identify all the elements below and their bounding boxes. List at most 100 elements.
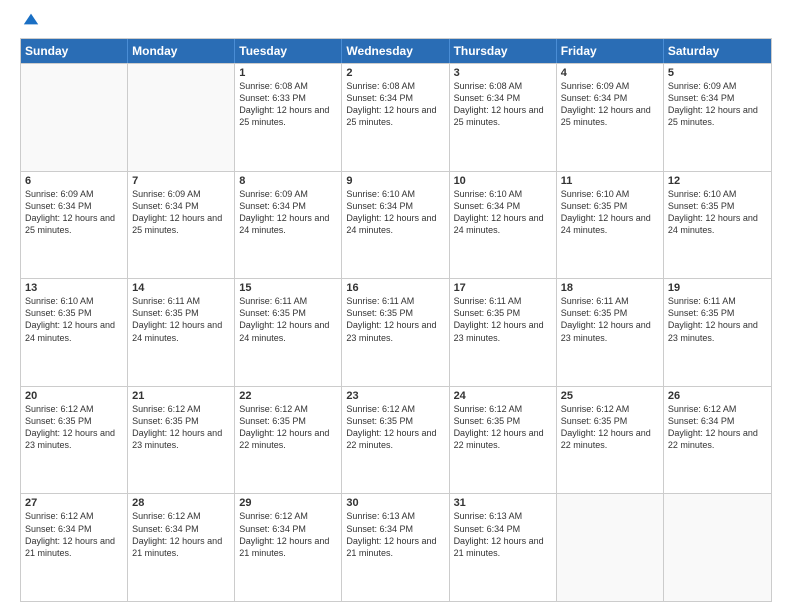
day-number: 8 [239, 175, 337, 187]
day-number: 13 [25, 282, 123, 294]
cal-cell-4-6 [664, 494, 771, 601]
day-info: Sunrise: 6:09 AM Sunset: 6:34 PM Dayligh… [25, 188, 123, 237]
cal-cell-4-1: 28Sunrise: 6:12 AM Sunset: 6:34 PM Dayli… [128, 494, 235, 601]
header-friday: Friday [557, 39, 664, 63]
cal-cell-1-6: 12Sunrise: 6:10 AM Sunset: 6:35 PM Dayli… [664, 172, 771, 279]
day-info: Sunrise: 6:12 AM Sunset: 6:35 PM Dayligh… [561, 403, 659, 452]
week-row-1: 1Sunrise: 6:08 AM Sunset: 6:33 PM Daylig… [21, 63, 771, 171]
day-number: 21 [132, 390, 230, 402]
day-info: Sunrise: 6:11 AM Sunset: 6:35 PM Dayligh… [668, 295, 767, 344]
cal-cell-1-1: 7Sunrise: 6:09 AM Sunset: 6:34 PM Daylig… [128, 172, 235, 279]
day-number: 4 [561, 67, 659, 79]
header-sunday: Sunday [21, 39, 128, 63]
week-row-4: 20Sunrise: 6:12 AM Sunset: 6:35 PM Dayli… [21, 386, 771, 494]
cal-cell-4-0: 27Sunrise: 6:12 AM Sunset: 6:34 PM Dayli… [21, 494, 128, 601]
day-number: 6 [25, 175, 123, 187]
day-info: Sunrise: 6:12 AM Sunset: 6:34 PM Dayligh… [239, 510, 337, 559]
day-info: Sunrise: 6:13 AM Sunset: 6:34 PM Dayligh… [346, 510, 444, 559]
day-number: 3 [454, 67, 552, 79]
cal-cell-0-2: 1Sunrise: 6:08 AM Sunset: 6:33 PM Daylig… [235, 64, 342, 171]
calendar-body: 1Sunrise: 6:08 AM Sunset: 6:33 PM Daylig… [21, 63, 771, 601]
day-number: 1 [239, 67, 337, 79]
logo-icon [22, 10, 40, 28]
cal-cell-4-3: 30Sunrise: 6:13 AM Sunset: 6:34 PM Dayli… [342, 494, 449, 601]
day-info: Sunrise: 6:11 AM Sunset: 6:35 PM Dayligh… [132, 295, 230, 344]
day-number: 5 [668, 67, 767, 79]
day-info: Sunrise: 6:12 AM Sunset: 6:34 PM Dayligh… [668, 403, 767, 452]
day-number: 17 [454, 282, 552, 294]
day-info: Sunrise: 6:09 AM Sunset: 6:34 PM Dayligh… [239, 188, 337, 237]
week-row-3: 13Sunrise: 6:10 AM Sunset: 6:35 PM Dayli… [21, 278, 771, 386]
day-number: 22 [239, 390, 337, 402]
day-number: 25 [561, 390, 659, 402]
day-number: 27 [25, 497, 123, 509]
header-wednesday: Wednesday [342, 39, 449, 63]
day-number: 19 [668, 282, 767, 294]
day-info: Sunrise: 6:11 AM Sunset: 6:35 PM Dayligh… [346, 295, 444, 344]
day-number: 29 [239, 497, 337, 509]
cal-cell-4-2: 29Sunrise: 6:12 AM Sunset: 6:34 PM Dayli… [235, 494, 342, 601]
day-info: Sunrise: 6:09 AM Sunset: 6:34 PM Dayligh… [132, 188, 230, 237]
header-saturday: Saturday [664, 39, 771, 63]
week-row-2: 6Sunrise: 6:09 AM Sunset: 6:34 PM Daylig… [21, 171, 771, 279]
day-info: Sunrise: 6:12 AM Sunset: 6:35 PM Dayligh… [346, 403, 444, 452]
cal-cell-2-1: 14Sunrise: 6:11 AM Sunset: 6:35 PM Dayli… [128, 279, 235, 386]
day-info: Sunrise: 6:10 AM Sunset: 6:34 PM Dayligh… [454, 188, 552, 237]
day-info: Sunrise: 6:10 AM Sunset: 6:35 PM Dayligh… [561, 188, 659, 237]
cal-cell-0-5: 4Sunrise: 6:09 AM Sunset: 6:34 PM Daylig… [557, 64, 664, 171]
cal-cell-3-4: 24Sunrise: 6:12 AM Sunset: 6:35 PM Dayli… [450, 387, 557, 494]
day-number: 24 [454, 390, 552, 402]
cal-cell-1-0: 6Sunrise: 6:09 AM Sunset: 6:34 PM Daylig… [21, 172, 128, 279]
cal-cell-0-0 [21, 64, 128, 171]
day-info: Sunrise: 6:09 AM Sunset: 6:34 PM Dayligh… [561, 80, 659, 129]
cal-cell-0-6: 5Sunrise: 6:09 AM Sunset: 6:34 PM Daylig… [664, 64, 771, 171]
calendar-header: Sunday Monday Tuesday Wednesday Thursday… [21, 39, 771, 63]
calendar: Sunday Monday Tuesday Wednesday Thursday… [20, 38, 772, 602]
day-number: 31 [454, 497, 552, 509]
day-info: Sunrise: 6:10 AM Sunset: 6:35 PM Dayligh… [668, 188, 767, 237]
cal-cell-1-5: 11Sunrise: 6:10 AM Sunset: 6:35 PM Dayli… [557, 172, 664, 279]
day-number: 16 [346, 282, 444, 294]
cal-cell-4-4: 31Sunrise: 6:13 AM Sunset: 6:34 PM Dayli… [450, 494, 557, 601]
day-number: 18 [561, 282, 659, 294]
day-info: Sunrise: 6:08 AM Sunset: 6:34 PM Dayligh… [346, 80, 444, 129]
day-number: 14 [132, 282, 230, 294]
day-number: 12 [668, 175, 767, 187]
day-info: Sunrise: 6:08 AM Sunset: 6:34 PM Dayligh… [454, 80, 552, 129]
day-number: 30 [346, 497, 444, 509]
day-number: 26 [668, 390, 767, 402]
day-info: Sunrise: 6:12 AM Sunset: 6:35 PM Dayligh… [25, 403, 123, 452]
cal-cell-2-0: 13Sunrise: 6:10 AM Sunset: 6:35 PM Dayli… [21, 279, 128, 386]
logo [20, 18, 40, 28]
day-number: 2 [346, 67, 444, 79]
day-number: 15 [239, 282, 337, 294]
cal-cell-2-5: 18Sunrise: 6:11 AM Sunset: 6:35 PM Dayli… [557, 279, 664, 386]
day-info: Sunrise: 6:08 AM Sunset: 6:33 PM Dayligh… [239, 80, 337, 129]
day-info: Sunrise: 6:12 AM Sunset: 6:35 PM Dayligh… [454, 403, 552, 452]
cal-cell-1-3: 9Sunrise: 6:10 AM Sunset: 6:34 PM Daylig… [342, 172, 449, 279]
day-info: Sunrise: 6:12 AM Sunset: 6:35 PM Dayligh… [132, 403, 230, 452]
header-monday: Monday [128, 39, 235, 63]
day-info: Sunrise: 6:12 AM Sunset: 6:35 PM Dayligh… [239, 403, 337, 452]
cal-cell-0-1 [128, 64, 235, 171]
cal-cell-0-3: 2Sunrise: 6:08 AM Sunset: 6:34 PM Daylig… [342, 64, 449, 171]
day-info: Sunrise: 6:09 AM Sunset: 6:34 PM Dayligh… [668, 80, 767, 129]
cal-cell-3-3: 23Sunrise: 6:12 AM Sunset: 6:35 PM Dayli… [342, 387, 449, 494]
cal-cell-0-4: 3Sunrise: 6:08 AM Sunset: 6:34 PM Daylig… [450, 64, 557, 171]
day-info: Sunrise: 6:11 AM Sunset: 6:35 PM Dayligh… [454, 295, 552, 344]
day-info: Sunrise: 6:11 AM Sunset: 6:35 PM Dayligh… [239, 295, 337, 344]
day-info: Sunrise: 6:10 AM Sunset: 6:35 PM Dayligh… [25, 295, 123, 344]
day-number: 10 [454, 175, 552, 187]
cal-cell-2-3: 16Sunrise: 6:11 AM Sunset: 6:35 PM Dayli… [342, 279, 449, 386]
day-info: Sunrise: 6:12 AM Sunset: 6:34 PM Dayligh… [132, 510, 230, 559]
cal-cell-2-6: 19Sunrise: 6:11 AM Sunset: 6:35 PM Dayli… [664, 279, 771, 386]
day-info: Sunrise: 6:11 AM Sunset: 6:35 PM Dayligh… [561, 295, 659, 344]
cal-cell-2-4: 17Sunrise: 6:11 AM Sunset: 6:35 PM Dayli… [450, 279, 557, 386]
cal-cell-2-2: 15Sunrise: 6:11 AM Sunset: 6:35 PM Dayli… [235, 279, 342, 386]
header-tuesday: Tuesday [235, 39, 342, 63]
cal-cell-1-4: 10Sunrise: 6:10 AM Sunset: 6:34 PM Dayli… [450, 172, 557, 279]
cal-cell-3-1: 21Sunrise: 6:12 AM Sunset: 6:35 PM Dayli… [128, 387, 235, 494]
cal-cell-3-2: 22Sunrise: 6:12 AM Sunset: 6:35 PM Dayli… [235, 387, 342, 494]
week-row-5: 27 Sunrise: 6:12 AM Sunset: 6:34 PM Dayli… [21, 493, 771, 601]
header-thursday: Thursday [450, 39, 557, 63]
